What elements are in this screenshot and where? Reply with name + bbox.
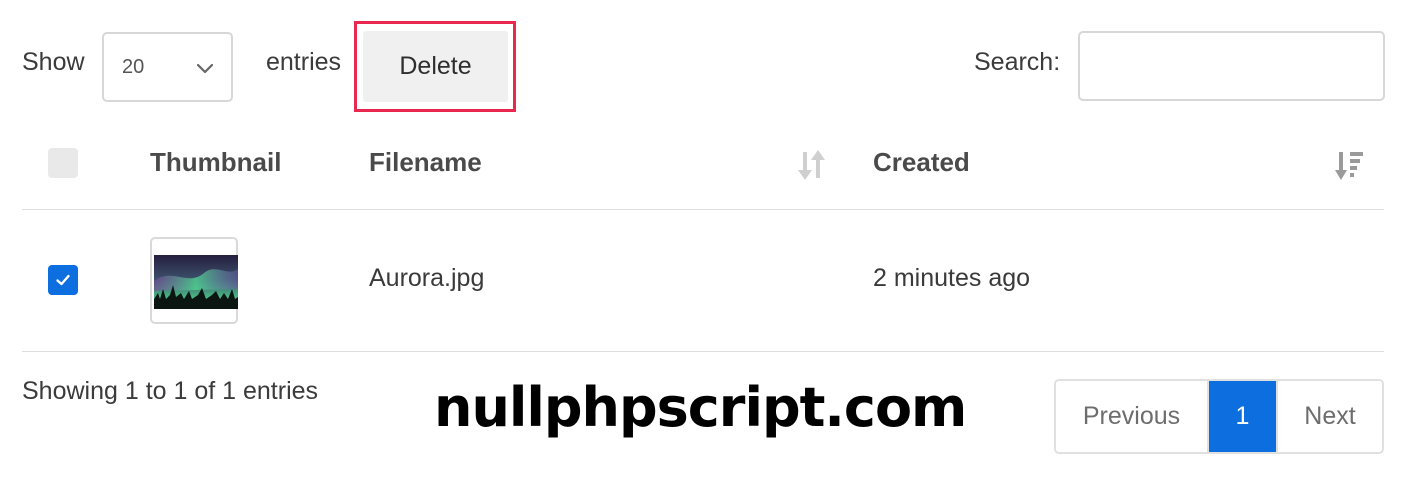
thumbnail[interactable] xyxy=(150,237,238,324)
column-header-thumbnail: Thumbnail xyxy=(150,147,282,177)
checkmark-icon xyxy=(56,274,70,286)
table-info: Showing 1 to 1 of 1 entries xyxy=(22,377,319,405)
page-1-button[interactable]: 1 xyxy=(1209,381,1276,452)
footer-divider xyxy=(22,351,1384,352)
delete-button[interactable]: Delete xyxy=(363,31,508,102)
column-header-filename[interactable]: Filename xyxy=(369,147,482,178)
entries-label: entries xyxy=(266,48,342,76)
search-input[interactable] xyxy=(1078,31,1385,101)
watermark: nullphpscript.com xyxy=(434,376,967,439)
sort-both-icon[interactable] xyxy=(797,148,827,182)
filename-cell: Aurora.jpg xyxy=(369,264,485,292)
show-label: Show xyxy=(22,48,85,76)
header-divider xyxy=(22,209,1384,210)
aurora-thumbnail-icon xyxy=(154,255,238,309)
select-all-checkbox[interactable] xyxy=(48,148,78,178)
search-label: Search: xyxy=(974,48,1061,76)
created-cell: 2 minutes ago xyxy=(873,264,1031,292)
row-select-checkbox[interactable] xyxy=(48,265,78,295)
pagination: Previous 1 Next xyxy=(1054,379,1384,454)
entries-length-value: 20 xyxy=(122,56,145,78)
sort-descending-icon[interactable] xyxy=(1335,148,1365,182)
next-page-button[interactable]: Next xyxy=(1276,381,1382,452)
entries-length-select[interactable]: 20 xyxy=(102,32,233,102)
previous-page-button[interactable]: Previous xyxy=(1056,381,1209,452)
chevron-down-icon xyxy=(196,63,214,74)
column-header-created[interactable]: Created xyxy=(873,147,970,178)
